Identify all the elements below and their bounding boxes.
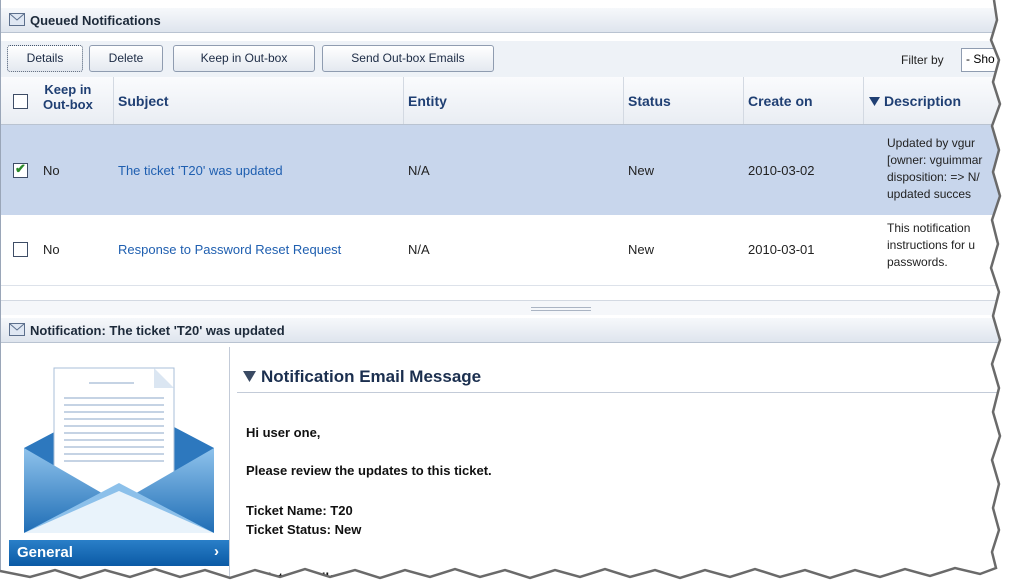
section-title: Notification Email Message xyxy=(261,367,482,386)
panel-splitter[interactable] xyxy=(1,300,1001,315)
description-line: [owner: vguimmar xyxy=(887,153,983,167)
general-label: General xyxy=(17,544,73,561)
entity-column-header[interactable]: Entity xyxy=(408,93,447,109)
created-cell: 2010-03-02 xyxy=(748,163,815,178)
keep-header-line2: Out-box xyxy=(43,97,93,112)
collapse-triangle-icon[interactable] xyxy=(243,371,256,382)
create-on-column-header[interactable]: Create on xyxy=(748,93,813,109)
send-outbox-emails-button[interactable]: Send Out-box Emails xyxy=(322,45,494,72)
email-ticket-status: Ticket Status: New xyxy=(246,522,362,537)
status-cell: New xyxy=(628,242,655,257)
splitter-grip[interactable] xyxy=(531,307,591,311)
filter-select[interactable]: - Sho xyxy=(961,48,1001,72)
description-line: Updated by vgur xyxy=(887,136,976,150)
description-line: passwords. xyxy=(887,255,948,269)
description-line: updated succes xyxy=(887,187,972,201)
notification-content: Notification Email Message Hi user one, … xyxy=(229,347,1001,580)
toolbar: Details Delete Keep in Out-box Send Out-… xyxy=(1,41,1001,78)
subject-link[interactable]: The ticket 'T20' was updated xyxy=(118,163,283,178)
description-line: This notification xyxy=(887,221,971,235)
section-divider xyxy=(237,392,1001,393)
envelope-icon xyxy=(9,323,25,336)
table-header: Keep in Out-box Subject Entity Status Cr… xyxy=(1,77,1001,125)
subject-column-header[interactable]: Subject xyxy=(118,93,169,109)
chevron-right-icon: › xyxy=(214,543,219,560)
email-ticket-name: Ticket Name: T20 xyxy=(246,503,353,518)
column-separator xyxy=(113,77,114,124)
description-cell: Updated by vgur [owner: vguimmar disposi… xyxy=(887,135,1001,203)
row-checkbox[interactable]: ✔ xyxy=(13,161,28,178)
sort-descending-icon[interactable] xyxy=(869,97,880,106)
keep-header-line1: Keep in xyxy=(44,82,92,97)
description-line: disposition: => N/ xyxy=(887,170,980,184)
column-separator xyxy=(743,77,744,124)
entity-cell: N/A xyxy=(408,242,430,257)
select-all-checkbox[interactable] xyxy=(13,94,28,109)
notification-detail-title: Notification: The ticket 'T20' was updat… xyxy=(30,323,285,338)
email-greeting: Hi user one, xyxy=(246,425,321,440)
status-column-header[interactable]: Status xyxy=(628,93,671,109)
description-column-header[interactable]: Description xyxy=(884,93,961,109)
status-cell: New xyxy=(628,163,655,178)
table-row[interactable]: No Response to Password Reset Request N/… xyxy=(1,215,1001,286)
envelope-icon xyxy=(9,13,25,26)
notification-detail-header: Notification: The ticket 'T20' was updat… xyxy=(1,318,1001,343)
general-nav-item[interactable]: General › xyxy=(9,540,229,566)
checkmark-icon: ✔ xyxy=(15,161,26,176)
created-cell: 2010-03-01 xyxy=(748,242,815,257)
notifications-window: Queued Notifications Details Delete Keep… xyxy=(0,0,1001,580)
queued-notifications-title: Queued Notifications xyxy=(30,13,161,28)
subject-link[interactable]: Response to Password Reset Request xyxy=(118,242,341,257)
delete-button[interactable]: Delete xyxy=(89,45,163,72)
description-line: instructions for u xyxy=(887,238,976,252)
table-row[interactable]: ✔ No The ticket 'T20' was updated N/A Ne… xyxy=(1,125,1001,215)
keep-cell: No xyxy=(43,163,60,178)
keep-in-outbox-button[interactable]: Keep in Out-box xyxy=(173,45,315,72)
email-envelope-icon xyxy=(24,367,214,533)
column-separator xyxy=(403,77,404,124)
column-separator xyxy=(623,77,624,124)
keep-in-outbox-column-header[interactable]: Keep in Out-box xyxy=(43,82,93,112)
filter-label: Filter by xyxy=(901,53,944,67)
details-button[interactable]: Details xyxy=(7,45,83,72)
email-review-line: Please review the updates to this ticket… xyxy=(246,463,492,478)
keep-cell: No xyxy=(43,242,60,257)
queued-notifications-header: Queued Notifications xyxy=(1,8,1001,33)
entity-cell: N/A xyxy=(408,163,430,178)
column-separator xyxy=(863,77,864,124)
row-checkbox[interactable] xyxy=(13,242,28,257)
email-update-details: Update Details: xyxy=(246,570,341,580)
description-cell: This notification instructions for u pas… xyxy=(887,220,1001,271)
